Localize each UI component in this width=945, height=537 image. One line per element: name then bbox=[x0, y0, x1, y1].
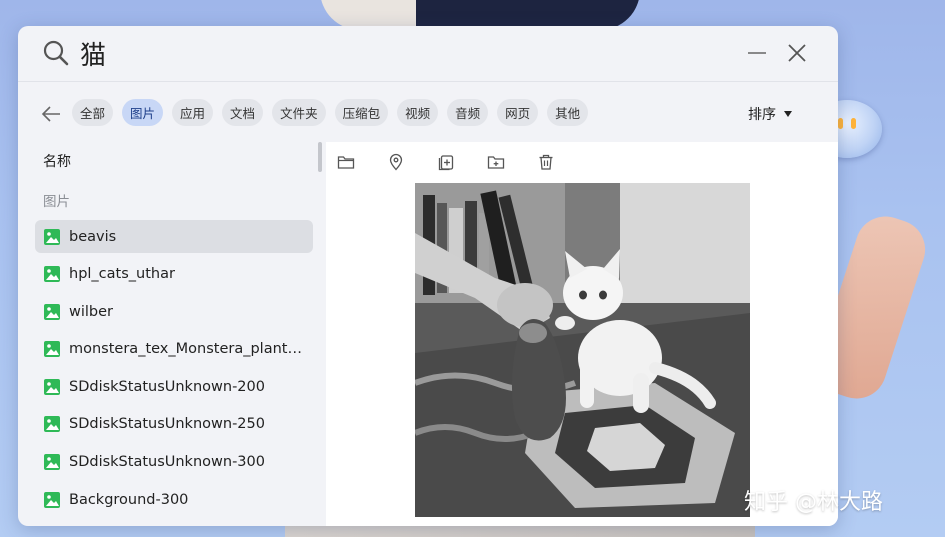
copy-icon bbox=[438, 155, 454, 171]
move-to-folder-button[interactable] bbox=[486, 152, 506, 172]
search-input[interactable] bbox=[80, 35, 680, 71]
folder-icon bbox=[337, 156, 355, 169]
back-button[interactable] bbox=[38, 101, 64, 127]
filter-chip-audio[interactable]: 音频 bbox=[447, 99, 489, 126]
image-file-icon bbox=[44, 378, 60, 395]
arrow-left-icon bbox=[41, 106, 60, 122]
list-item[interactable]: SDdiskStatusUnknown-250 bbox=[35, 408, 313, 441]
search-bar bbox=[18, 26, 838, 82]
list-item[interactable]: SDdiskStatusUnknown-200 bbox=[35, 370, 313, 403]
close-icon bbox=[788, 44, 806, 62]
filter-chip-other[interactable]: 其他 bbox=[547, 99, 589, 126]
filter-chip-webpages[interactable]: 网页 bbox=[497, 99, 539, 126]
file-list: beavis hpl_cats_uthar wilber monstera_te… bbox=[35, 220, 313, 521]
list-item[interactable]: SDdiskStatusUnknown-300 bbox=[35, 446, 313, 479]
file-name: wilber bbox=[69, 303, 114, 320]
mascot-eye-left bbox=[838, 118, 843, 129]
search-window: 全部 图片 应用 文档 文件夹 压缩包 视频 音频 网页 其他 排序 名称 图片 bbox=[18, 26, 838, 526]
file-name: Background-300 bbox=[69, 491, 189, 508]
copy-button[interactable] bbox=[436, 152, 456, 172]
preview-toolbar bbox=[336, 152, 556, 172]
list-item[interactable]: Background-300 bbox=[35, 483, 313, 516]
filter-chip-all[interactable]: 全部 bbox=[72, 99, 114, 126]
filter-chips: 全部 图片 应用 文档 文件夹 压缩包 视频 音频 网页 其他 bbox=[72, 99, 589, 126]
list-item[interactable]: wilber bbox=[35, 295, 313, 328]
trash-icon bbox=[539, 154, 553, 170]
close-button[interactable] bbox=[784, 40, 810, 66]
file-name: beavis bbox=[69, 228, 117, 245]
open-folder-button[interactable] bbox=[336, 152, 356, 172]
file-name: SDdiskStatusUnknown-250 bbox=[69, 416, 265, 433]
minimize-button[interactable] bbox=[744, 40, 770, 66]
image-file-icon bbox=[44, 491, 60, 508]
mascot-eye-right bbox=[851, 118, 856, 129]
list-scrollbar[interactable] bbox=[318, 142, 322, 172]
preview-pane bbox=[326, 142, 838, 526]
image-preview bbox=[415, 183, 750, 517]
caret-down-icon bbox=[784, 111, 792, 117]
file-name: SDdiskStatusUnknown-200 bbox=[69, 378, 265, 395]
filter-chip-videos[interactable]: 视频 bbox=[397, 99, 439, 126]
file-name: monstera_tex_Monstera_plant3... bbox=[69, 341, 309, 358]
image-file-icon bbox=[44, 416, 60, 433]
image-file-icon bbox=[44, 228, 60, 245]
file-name: SDdiskStatusUnknown-300 bbox=[69, 454, 265, 471]
show-location-button[interactable] bbox=[386, 152, 406, 172]
move-to-folder-icon bbox=[487, 156, 505, 169]
image-file-icon bbox=[44, 303, 60, 320]
file-name: hpl_cats_uthar bbox=[69, 266, 175, 283]
filter-chip-apps[interactable]: 应用 bbox=[172, 99, 214, 126]
image-file-icon bbox=[44, 266, 60, 283]
sort-button[interactable]: 排序 bbox=[748, 102, 792, 126]
delete-button[interactable] bbox=[536, 152, 556, 172]
filter-chip-archives[interactable]: 压缩包 bbox=[334, 99, 389, 126]
search-icon bbox=[42, 39, 70, 67]
filter-chip-images[interactable]: 图片 bbox=[122, 99, 164, 126]
filter-chip-folders[interactable]: 文件夹 bbox=[272, 99, 326, 126]
list-item[interactable]: monstera_tex_Monstera_plant3... bbox=[35, 333, 313, 366]
watermark: 知乎 @林大路 bbox=[744, 490, 883, 515]
list-item[interactable]: beavis bbox=[35, 220, 313, 253]
filter-bar: 全部 图片 应用 文档 文件夹 压缩包 视频 音频 网页 其他 排序 bbox=[18, 96, 838, 132]
list-item[interactable]: hpl_cats_uthar bbox=[35, 258, 313, 291]
sort-label: 排序 bbox=[748, 107, 776, 123]
minimize-icon bbox=[748, 52, 766, 54]
image-file-icon bbox=[44, 454, 60, 471]
location-pin-icon bbox=[389, 153, 403, 171]
image-file-icon bbox=[44, 341, 60, 358]
filter-chip-documents[interactable]: 文档 bbox=[222, 99, 264, 126]
group-label-images: 图片 bbox=[43, 194, 70, 210]
column-header-name[interactable]: 名称 bbox=[43, 151, 71, 171]
results-list-pane: 名称 图片 beavis hpl_cats_uthar wilber monst… bbox=[18, 142, 324, 526]
